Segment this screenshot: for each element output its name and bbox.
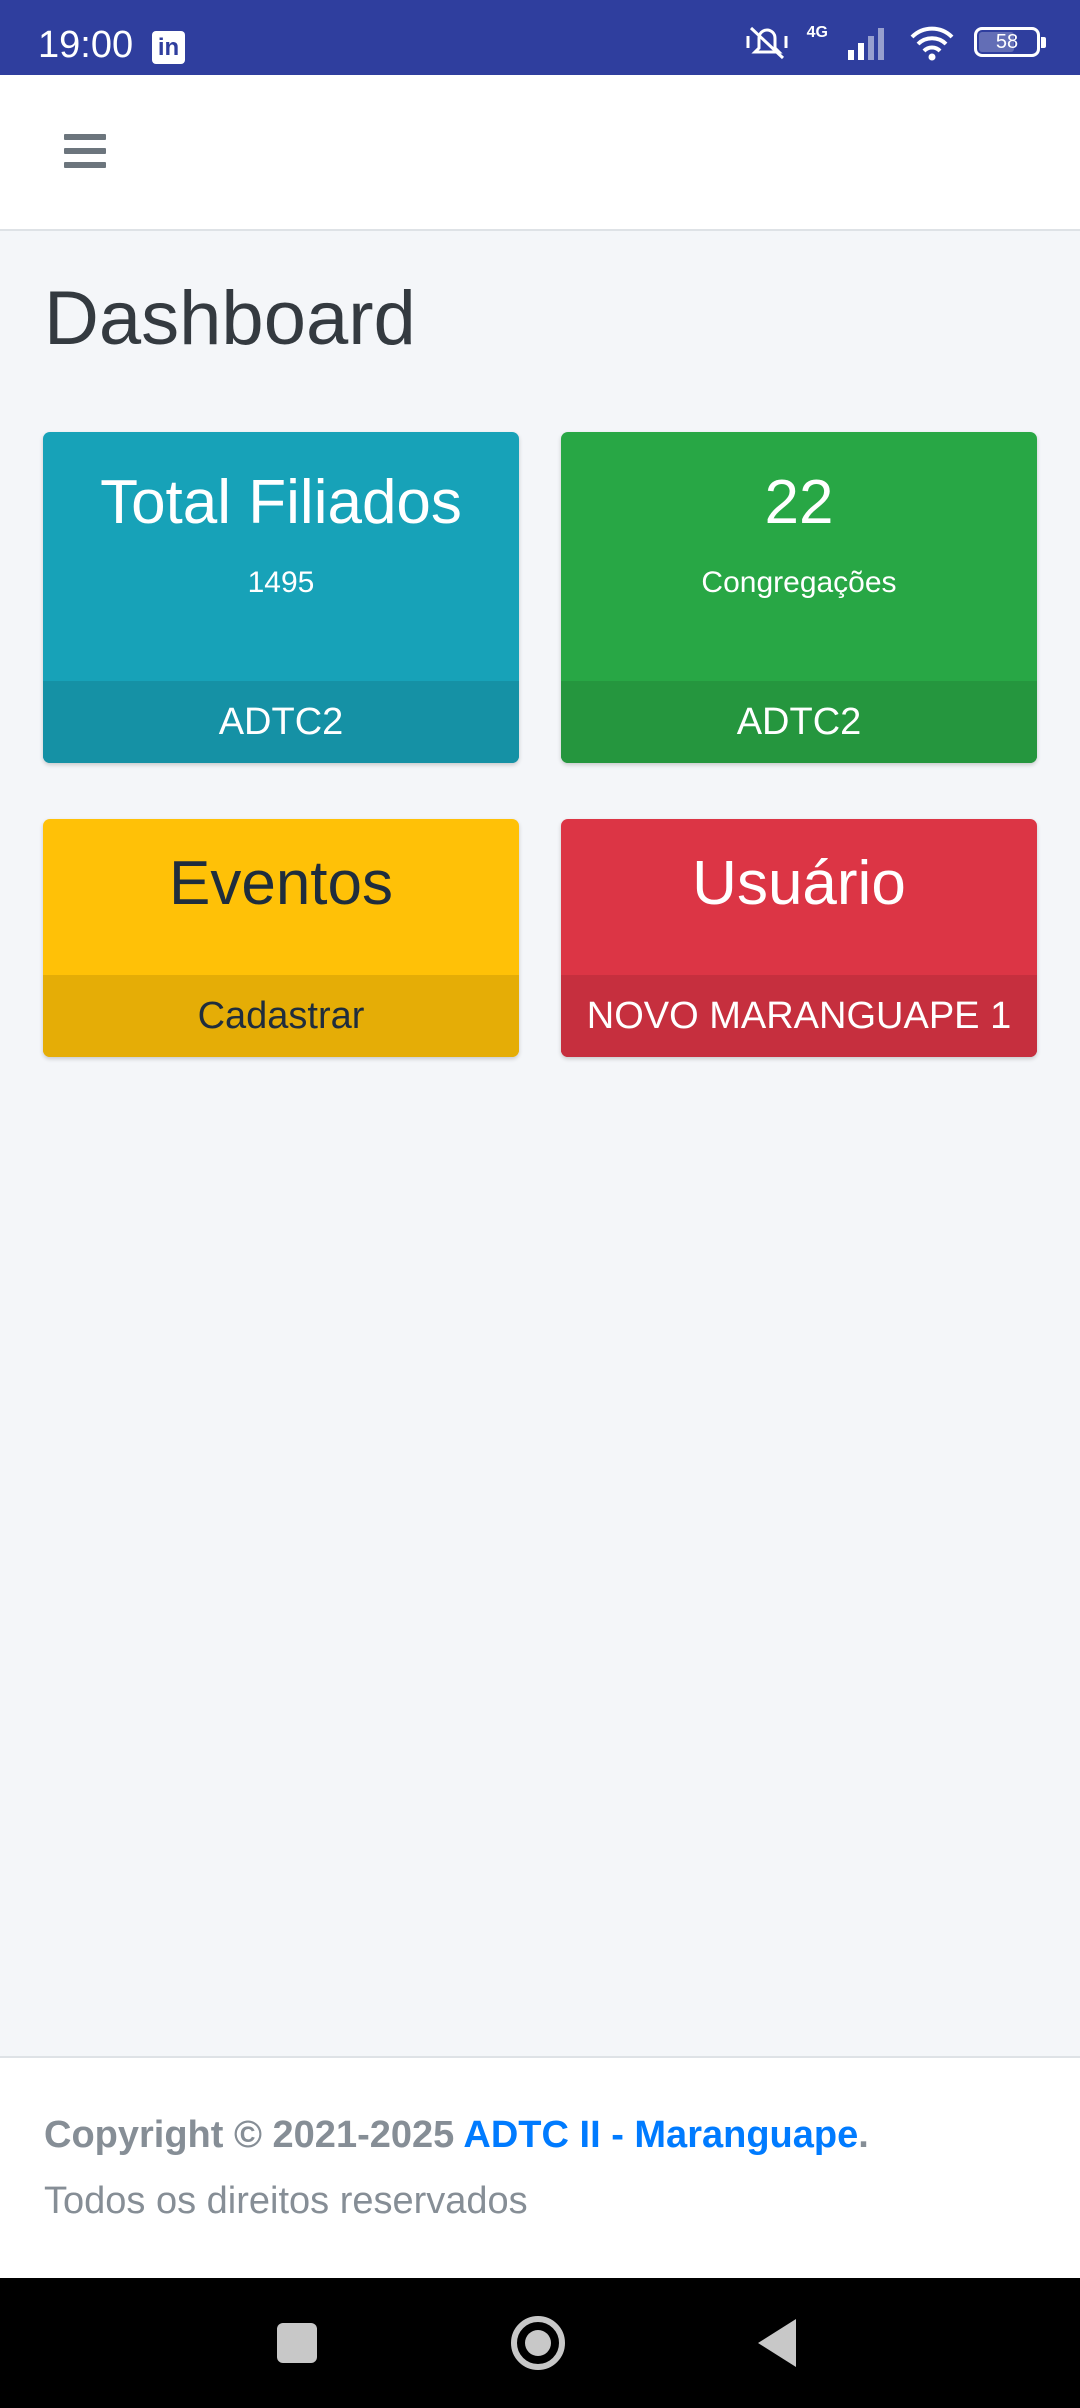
cadastrar-link[interactable]: Cadastrar [43, 975, 519, 1057]
home-circle-icon[interactable] [511, 2316, 565, 2370]
hamburger-menu-icon[interactable] [64, 131, 106, 171]
linkedin-icon: in [152, 31, 185, 64]
network-type: 4G [806, 24, 828, 41]
card-title: Eventos [168, 849, 394, 918]
card-value: 1495 [247, 566, 315, 600]
card-footer-link[interactable]: ADTC2 [561, 681, 1037, 763]
card-title: Usuário [692, 849, 906, 918]
back-triangle-icon[interactable] [758, 2319, 796, 2367]
card-footer-link[interactable]: NOVO MARANGUAPE 1 [561, 975, 1037, 1057]
top-navbar [0, 75, 1080, 231]
wifi-icon [910, 26, 954, 61]
status-bar: 19:00 in 4G 58 [0, 0, 1080, 75]
battery-icon: 58 [974, 27, 1046, 57]
card-eventos[interactable]: Eventos Cadastrar [43, 819, 519, 1057]
card-count: 22 [764, 468, 834, 537]
recents-square-icon[interactable] [277, 2323, 317, 2363]
system-icons: 4G 58 [745, 22, 1046, 62]
signal-icon [848, 28, 884, 60]
card-total-filiados[interactable]: Total Filiados 1495 ADTC2 [43, 432, 519, 763]
page-title: Dashboard [44, 276, 416, 361]
card-footer-link[interactable]: ADTC2 [43, 681, 519, 763]
card-usuario[interactable]: Usuário NOVO MARANGUAPE 1 [561, 819, 1037, 1057]
copyright-text: Copyright © 2021-2025 ADTC II - Marangua… [44, 2114, 869, 2156]
org-link[interactable]: ADTC II - Maranguape [463, 2114, 858, 2156]
card-congregacoes[interactable]: 22 Congregações ADTC2 [561, 432, 1037, 763]
page-footer: Copyright © 2021-2025 ADTC II - Marangua… [0, 2056, 1080, 2278]
system-navigation-bar [0, 2278, 1080, 2408]
card-title: Total Filiados [100, 468, 462, 537]
battery-text: 58 [995, 31, 1019, 53]
status-time: 19:00 [38, 24, 134, 66]
rights-text: Todos os direitos reservados [44, 2180, 528, 2222]
mute-vibrate-icon [746, 26, 788, 60]
card-label: Congregações [701, 566, 897, 600]
